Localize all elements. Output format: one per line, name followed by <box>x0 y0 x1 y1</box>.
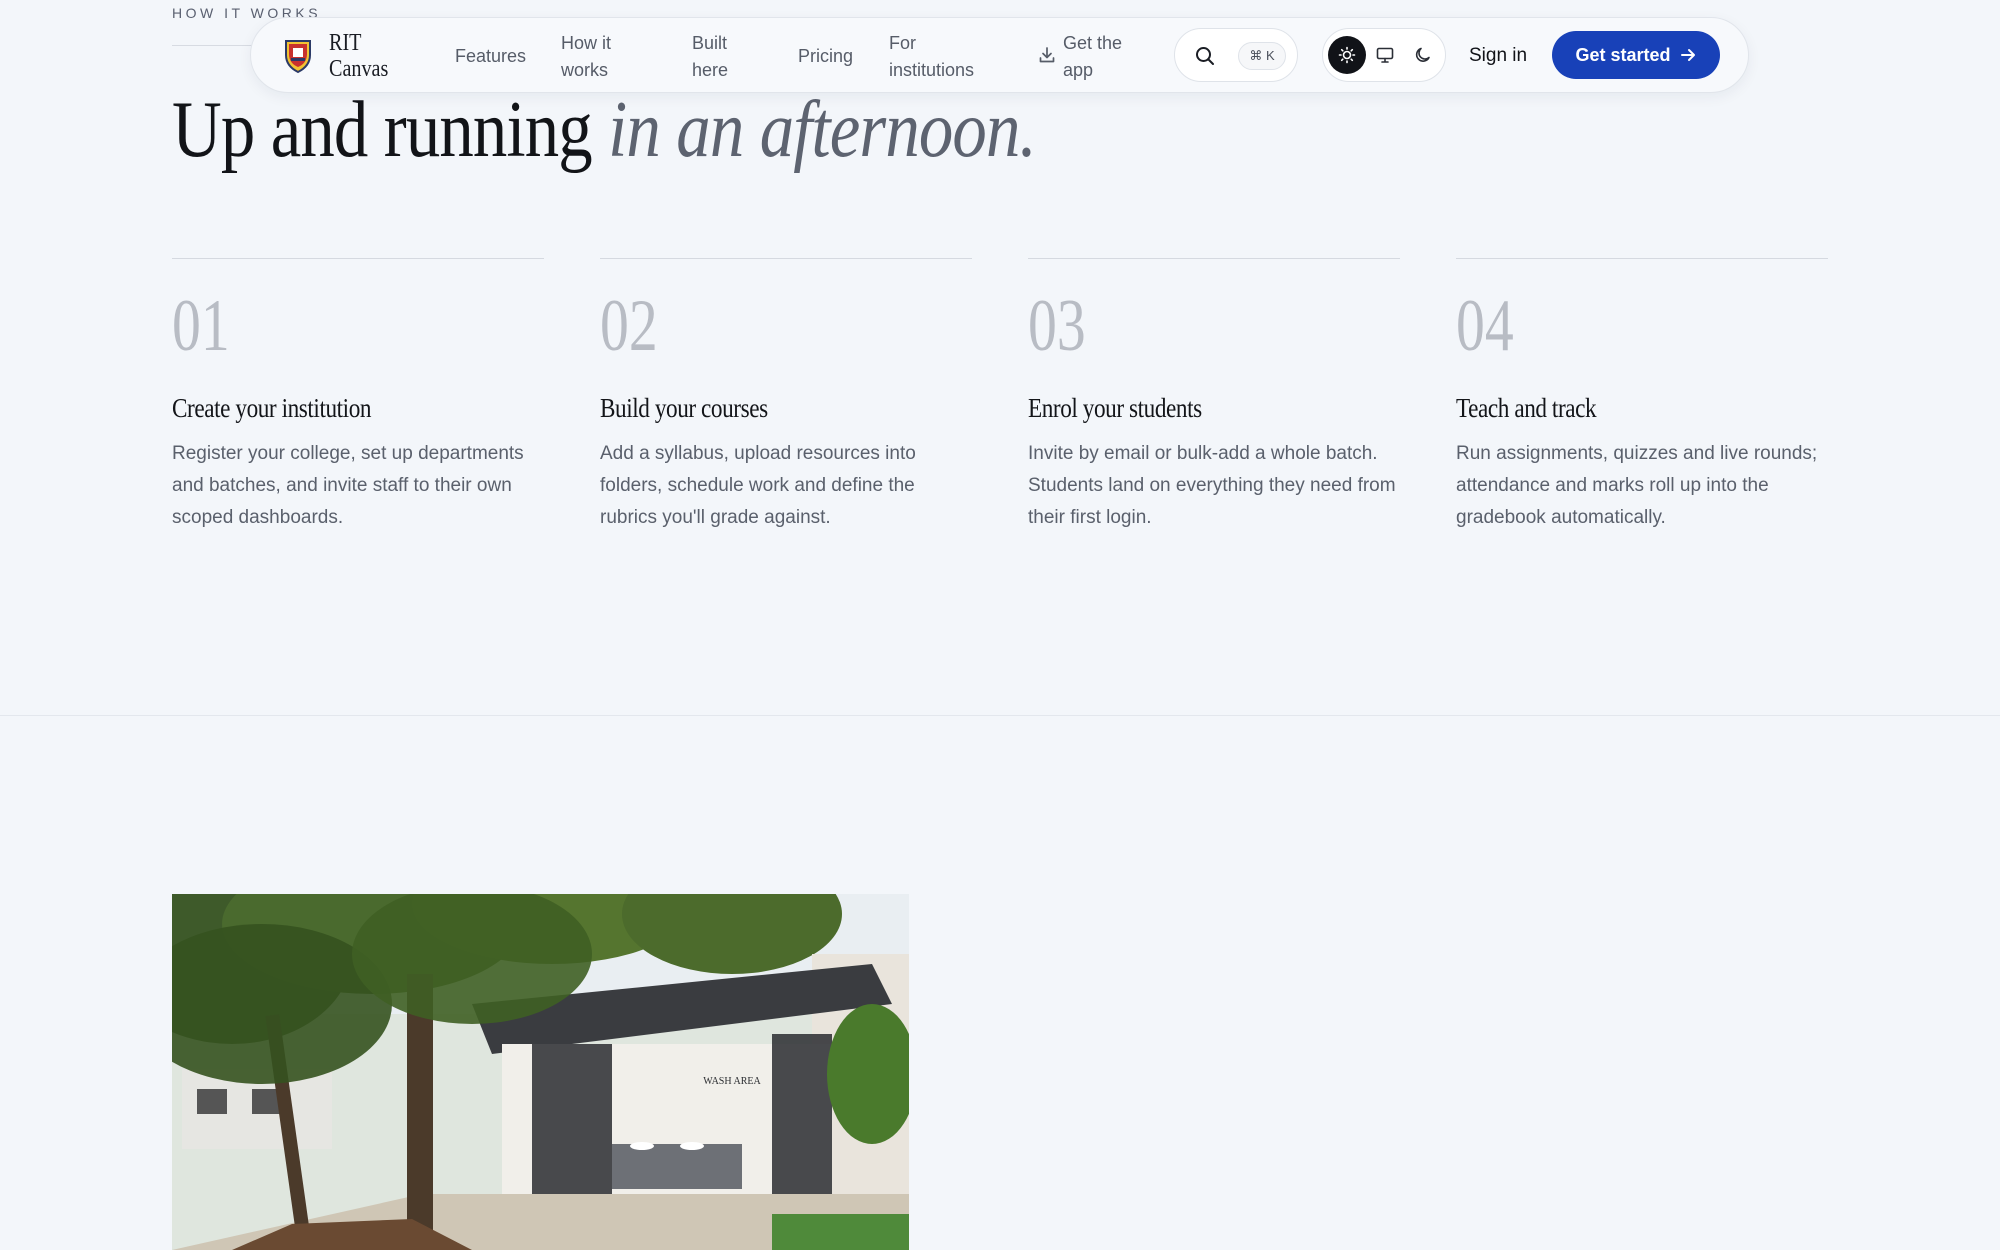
nav-link-features[interactable]: Features <box>455 43 526 70</box>
search-button[interactable]: ⌘ K <box>1174 28 1298 82</box>
brand-link[interactable]: RIT Canvas <box>283 30 409 82</box>
step-card: 04 Teach and track Run assignments, quiz… <box>1456 258 1828 534</box>
step-title: Create your institution <box>172 393 372 423</box>
arrow-right-icon <box>1680 49 1695 61</box>
section-headline: Up and running in an afternoon. <box>172 80 1037 180</box>
theme-switcher <box>1322 28 1446 82</box>
nav-link-built-here[interactable]: Built here <box>692 30 742 84</box>
theme-light-button[interactable] <box>1328 36 1366 74</box>
campus-photo: WASH AREA <box>172 894 909 1250</box>
monitor-icon <box>1376 47 1394 63</box>
step-description: Register your college, set up department… <box>172 443 524 528</box>
theme-dark-button[interactable] <box>1404 36 1442 74</box>
step-description: Run assignments, quizzes and live rounds… <box>1456 443 1818 528</box>
step-card: 02 Build your courses Add a syllabus, up… <box>600 258 972 534</box>
get-started-label: Get started <box>1575 45 1671 65</box>
sign-in-link[interactable]: Sign in <box>1469 42 1527 69</box>
nav-link-how-it-works[interactable]: How it works <box>561 30 641 84</box>
step-title: Teach and track <box>1456 393 1597 423</box>
section-divider <box>0 715 2000 716</box>
step-description: Add a syllabus, upload resources into fo… <box>600 443 916 528</box>
campus-photo-illustration: WASH AREA <box>172 894 909 1250</box>
search-icon <box>1196 47 1214 65</box>
nav-link-get-the-app[interactable]: Get the app <box>1063 30 1143 84</box>
step-rule <box>172 258 544 259</box>
headline-italic: in an afternoon. <box>608 86 1037 174</box>
step-rule <box>1028 258 1400 259</box>
crest-logo-icon <box>285 40 311 74</box>
step-description: Invite by email or bulk-add a whole batc… <box>1028 443 1396 528</box>
step-card: 01 Create your institution Register your… <box>172 258 544 534</box>
step-rule <box>1456 258 1828 259</box>
step-title: Enrol your students <box>1028 393 1202 423</box>
step-number: 02 <box>600 285 658 367</box>
moon-icon <box>1415 47 1430 62</box>
download-icon <box>1039 47 1055 63</box>
top-nav: RIT Canvas Features How it works Built h… <box>250 17 1749 93</box>
nav-link-for-institutions[interactable]: For institutions <box>889 30 999 84</box>
wash-area-sign: WASH AREA <box>703 1076 761 1087</box>
theme-system-button[interactable] <box>1366 36 1404 74</box>
search-shortcut-badge: ⌘ K <box>1238 42 1286 70</box>
step-number: 03 <box>1028 285 1086 367</box>
brand-name: RIT Canvas <box>329 30 389 82</box>
step-card: 03 Enrol your students Invite by email o… <box>1028 258 1400 534</box>
sun-icon <box>1338 46 1356 64</box>
nav-link-pricing[interactable]: Pricing <box>798 43 853 70</box>
step-number: 04 <box>1456 285 1514 367</box>
headline-main: Up and running <box>172 86 593 174</box>
step-rule <box>600 258 972 259</box>
step-number: 01 <box>172 285 230 367</box>
get-started-button[interactable]: Get started <box>1552 31 1720 79</box>
step-title: Build your courses <box>600 393 768 423</box>
